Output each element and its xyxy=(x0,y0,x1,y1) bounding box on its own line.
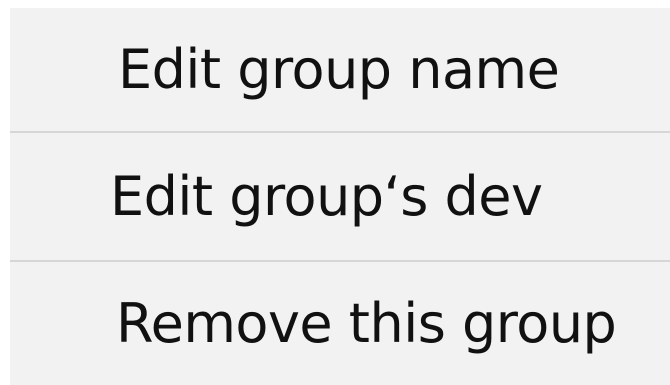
menu-item-edit-group-devices[interactable]: Edit group‘s dev xyxy=(10,133,670,260)
menu-item-label: Edit group name xyxy=(118,38,560,101)
menu-item-label: Edit group‘s dev xyxy=(110,165,543,228)
menu-item-label: Remove this group xyxy=(116,292,617,355)
group-context-menu: Edit group name Edit group‘s dev Remove … xyxy=(10,8,670,385)
menu-item-remove-group[interactable]: Remove this group xyxy=(10,262,670,385)
menu-item-edit-group-name[interactable]: Edit group name xyxy=(10,8,670,131)
